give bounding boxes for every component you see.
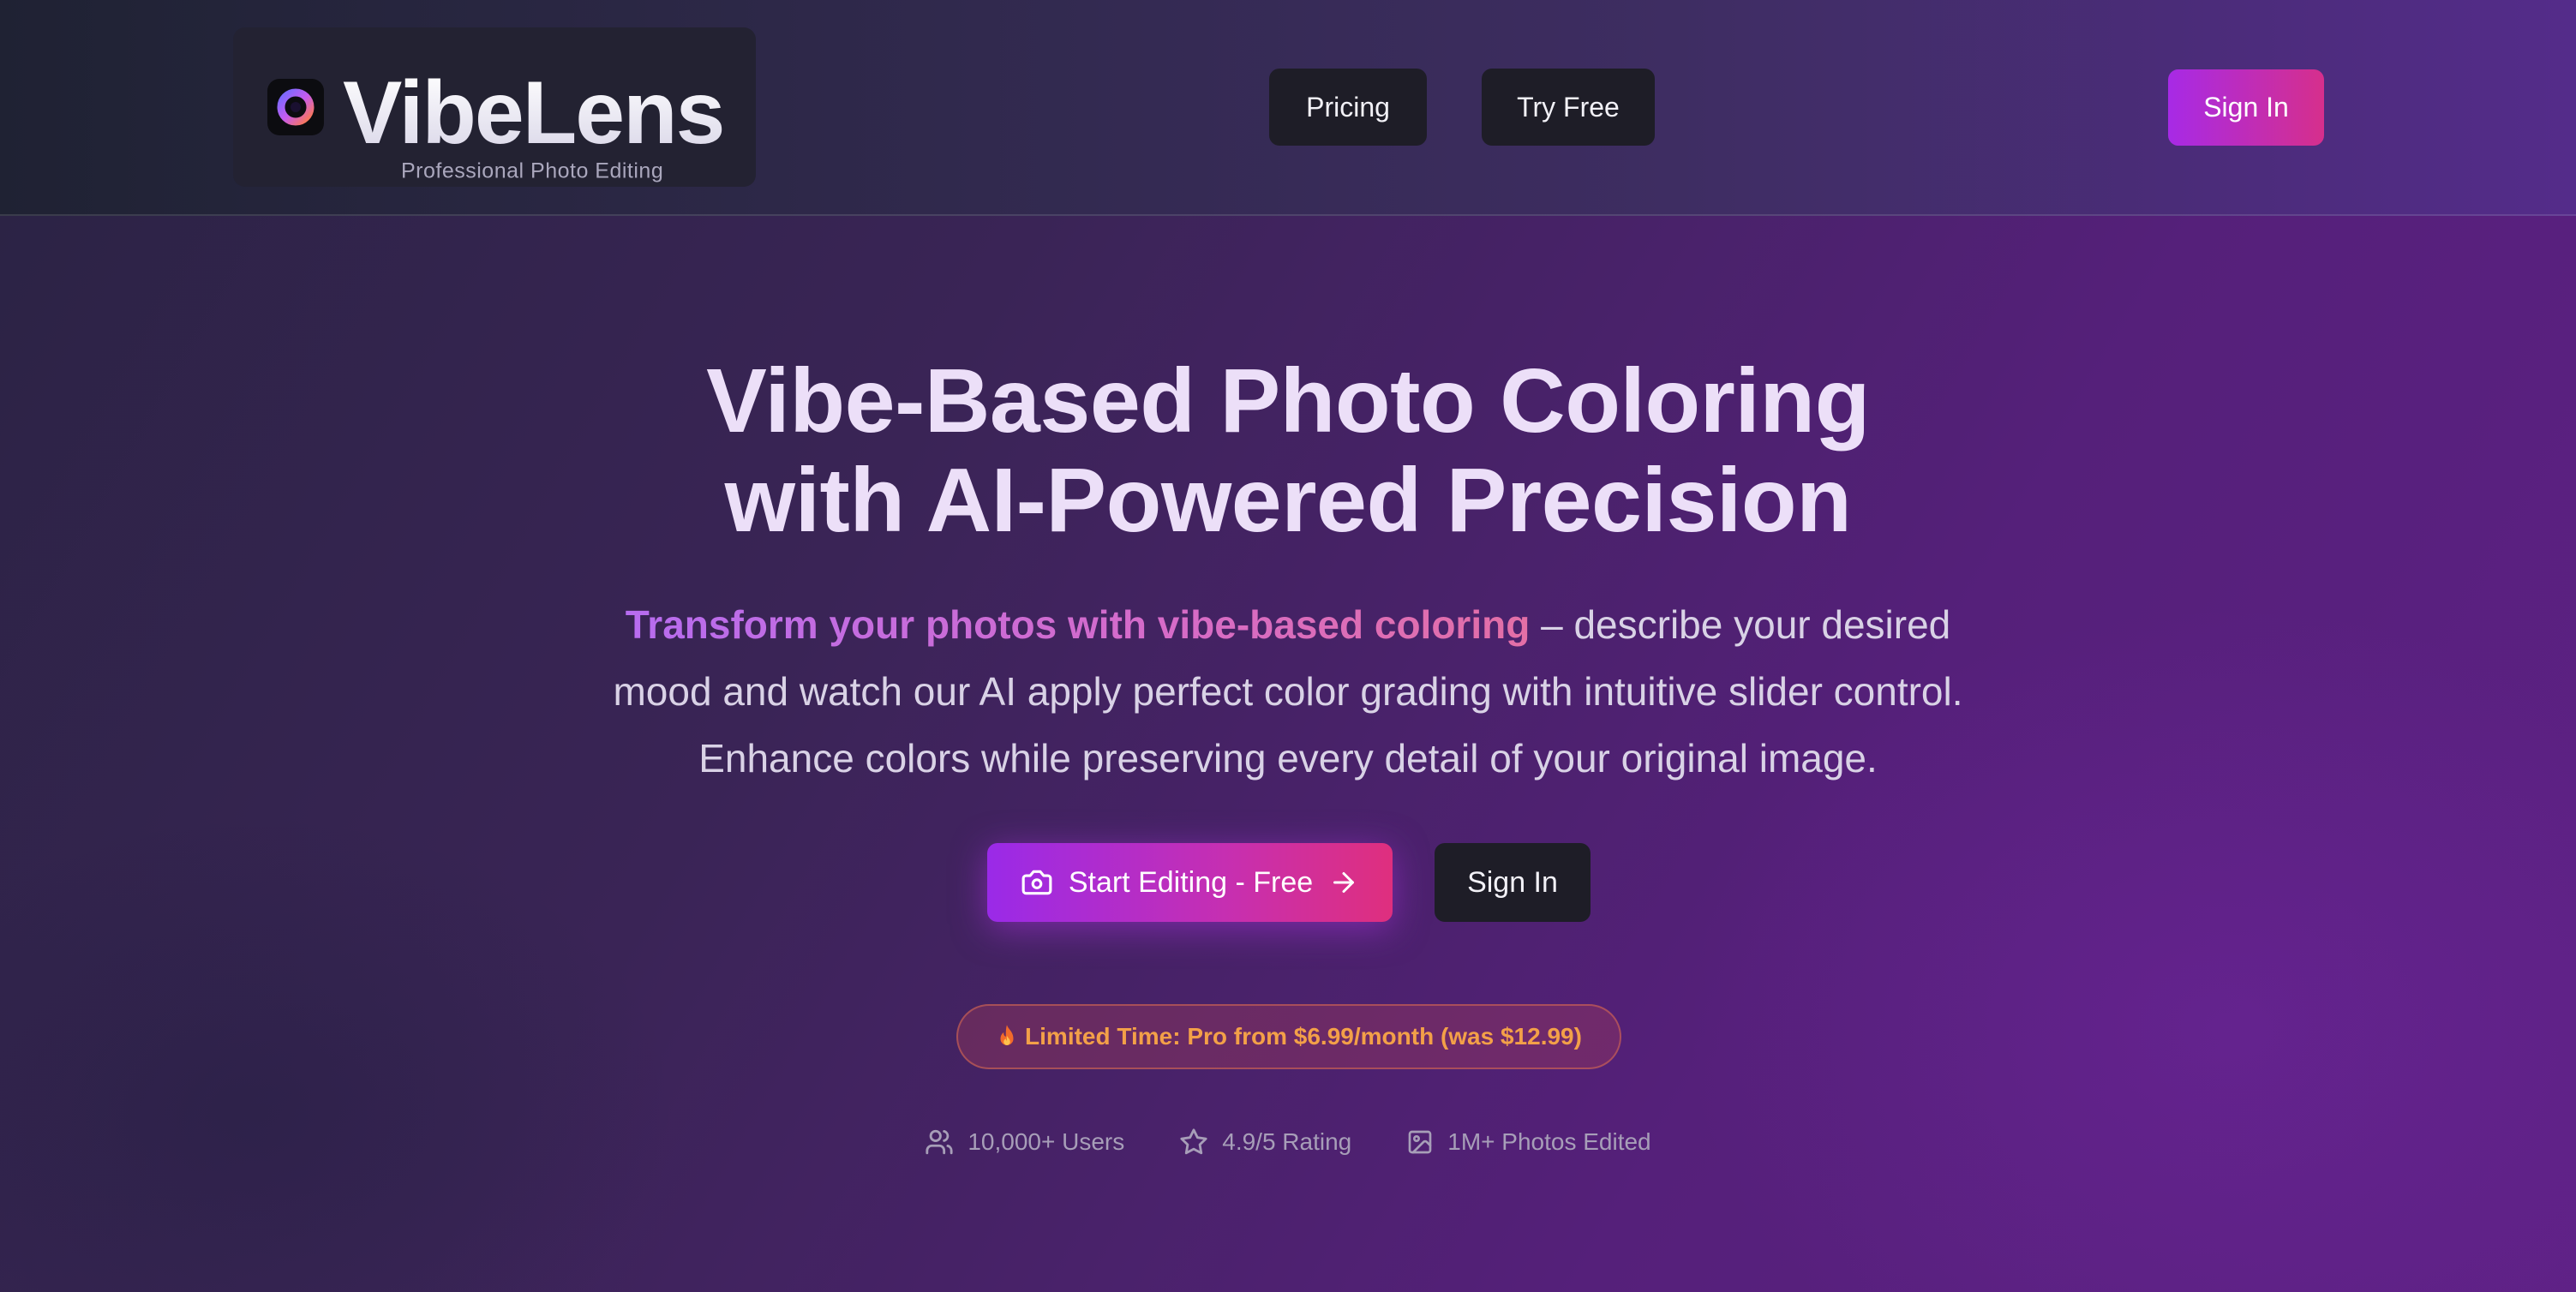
hero-title-line-1: Vibe-Based Photo Coloring xyxy=(706,350,1870,452)
stat-users-label: 10,000+ Users xyxy=(967,1128,1125,1155)
star-icon xyxy=(1180,1128,1207,1155)
camera-lens-icon xyxy=(267,79,324,135)
hero-sign-in-button[interactable]: Sign In xyxy=(1435,843,1591,922)
fire-icon xyxy=(1000,1025,1014,1045)
stat-rating: 4.9/5 Rating xyxy=(1179,1122,1351,1162)
hero-description: Transform your photos with vibe-based co… xyxy=(602,591,1974,792)
nav-pricing-button[interactable]: Pricing xyxy=(1269,69,1427,146)
stats-row: 10,000+ Users 4.9/5 Rating 1M+ Photos Ed… xyxy=(0,1122,2576,1162)
limited-time-promo-badge[interactable]: Limited Time: Pro from $6.99/month (was … xyxy=(956,1004,1621,1069)
start-editing-button[interactable]: Start Editing - Free xyxy=(987,843,1393,922)
camera-icon xyxy=(1021,870,1052,895)
stat-photos: 1M+ Photos Edited xyxy=(1406,1122,1651,1162)
arrow-right-icon xyxy=(1333,872,1355,893)
hero-title-line-2: with AI-Powered Precision xyxy=(724,450,1852,551)
header-sign-in-button[interactable]: Sign In xyxy=(2168,69,2324,146)
hero-description-highlight: Transform your photos with vibe-based co… xyxy=(625,602,1531,647)
stat-photos-label: 1M+ Photos Edited xyxy=(1447,1128,1651,1155)
stat-rating-label: 4.9/5 Rating xyxy=(1222,1128,1352,1155)
brand-block[interactable]: VibeLens Professional Photo Editing xyxy=(233,27,756,187)
brand-tagline: Professional Photo Editing xyxy=(401,159,664,183)
start-editing-label: Start Editing - Free xyxy=(1068,865,1314,899)
users-icon xyxy=(926,1129,953,1155)
stat-users: 10,000+ Users xyxy=(925,1122,1124,1162)
top-header: VibeLens Professional Photo Editing Pric… xyxy=(0,0,2576,216)
hero-title: Vibe-Based Photo Coloring with AI-Powere… xyxy=(0,351,2576,550)
nav-try-free-button[interactable]: Try Free xyxy=(1482,69,1655,146)
brand-name: VibeLens xyxy=(343,63,725,163)
promo-text: Limited Time: Pro from $6.99/month (was … xyxy=(1025,1023,1582,1050)
image-icon xyxy=(1408,1130,1432,1154)
